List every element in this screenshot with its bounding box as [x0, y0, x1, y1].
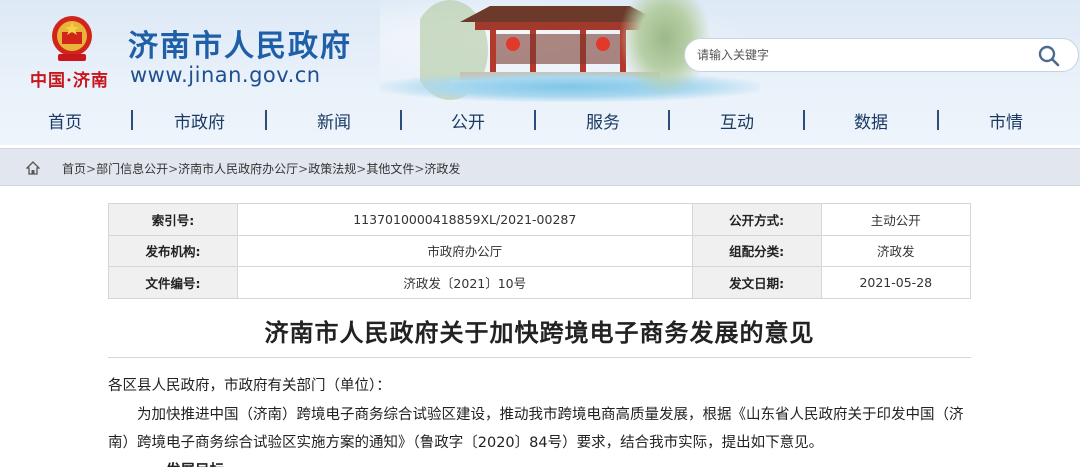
breadcrumb-item-dept-info[interactable]: 部门信息公开 — [96, 162, 168, 176]
doc-number-value: 济政发〔2021〕10号 — [237, 266, 693, 299]
breadcrumb-separator: > — [298, 162, 309, 176]
publish-method-value: 主动公开 — [820, 203, 972, 236]
nav-divider — [400, 110, 402, 130]
issuer-label: 发布机构: — [108, 234, 238, 268]
breadcrumb-separator: > — [86, 162, 97, 176]
search-icon[interactable] — [1037, 44, 1061, 68]
breadcrumb-item-home[interactable]: 首页 — [62, 162, 86, 176]
nav-divider — [803, 110, 805, 130]
issue-date-label: 发文日期: — [691, 266, 822, 299]
index-number-label: 索引号: — [108, 203, 238, 236]
nav-divider — [534, 110, 536, 130]
nav-item-service[interactable]: 服务 — [586, 108, 620, 133]
breadcrumb: 首页>部门信息公开>济南市人民政府办公厅>政策法规>其他文件>济政发 — [0, 148, 1080, 186]
nav-item-data[interactable]: 数据 — [854, 108, 888, 133]
nav-divider — [668, 110, 670, 130]
nav-item-home[interactable]: 首页 — [48, 108, 82, 133]
search-input[interactable] — [697, 39, 1017, 71]
breadcrumb-separator: > — [168, 162, 179, 176]
nav-item-city-info[interactable]: 市情 — [989, 108, 1023, 133]
home-icon[interactable] — [26, 161, 40, 175]
main-nav: 首页 市政府 新闻 公开 服务 互动 数据 市情 — [0, 100, 1080, 140]
table-row: 文件编号: 济政发〔2021〕10号 发文日期: 2021-05-28 — [108, 266, 972, 299]
breadcrumb-separator: > — [414, 162, 425, 176]
nav-item-government[interactable]: 市政府 — [174, 108, 225, 133]
title-divider — [108, 357, 971, 358]
site-url[interactable]: www.jinan.gov.cn — [130, 63, 321, 87]
document-info-table: 索引号: 1137010000418859XL/2021-00287 公开方式:… — [108, 203, 972, 299]
breadcrumb-item-jizhengfa[interactable]: 济政发 — [424, 162, 460, 176]
nav-item-open[interactable]: 公开 — [451, 108, 485, 133]
index-number-value: 1137010000418859XL/2021-00287 — [237, 203, 693, 236]
article-salutation: 各区县人民政府，市政府有关部门（单位）： — [108, 378, 391, 394]
nav-divider — [265, 110, 267, 130]
header-banner: 中国·济南 济南市人民政府 www.jinan.gov.cn 首页 市政府 新闻… — [0, 0, 1080, 145]
breadcrumb-separator: > — [356, 162, 367, 176]
table-row: 索引号: 1137010000418859XL/2021-00287 公开方式:… — [108, 203, 972, 236]
search-box — [684, 38, 1079, 72]
article-paragraph: 为加快推进中国（济南）跨境电子商务综合试验区建设，推动我市跨境电商高质量发展，根… — [108, 407, 964, 451]
breadcrumb-item-office[interactable]: 济南市人民政府办公厅 — [178, 162, 298, 176]
issuer-value: 市政府办公厅 — [237, 234, 693, 268]
logo-text: 中国·济南 — [30, 71, 109, 91]
nav-divider — [131, 110, 133, 130]
breadcrumb-item-policy[interactable]: 政策法规 — [308, 162, 356, 176]
publish-method-label: 公开方式: — [691, 203, 822, 236]
issue-date-value: 2021-05-28 — [820, 266, 972, 299]
nav-divider — [937, 110, 939, 130]
article-title: 济南市人民政府关于加快跨境电子商务发展的意见 — [264, 319, 815, 347]
breadcrumb-item-other-docs[interactable]: 其他文件 — [366, 162, 414, 176]
nav-item-news[interactable]: 新闻 — [317, 108, 351, 133]
table-row: 发布机构: 市政府办公厅 组配分类: 济政发 — [108, 234, 972, 268]
national-emblem-icon — [52, 16, 92, 61]
article-section-heading: 一、发展目标 — [108, 457, 971, 467]
doc-number-label: 文件编号: — [108, 266, 238, 299]
nav-item-interaction[interactable]: 互动 — [720, 108, 754, 133]
breadcrumb-trail: 首页>部门信息公开>济南市人民政府办公厅>政策法规>其他文件>济政发 — [62, 160, 460, 177]
site-title[interactable]: 济南市人民政府 — [128, 21, 352, 65]
category-value: 济政发 — [820, 234, 972, 268]
category-label: 组配分类: — [691, 234, 822, 268]
